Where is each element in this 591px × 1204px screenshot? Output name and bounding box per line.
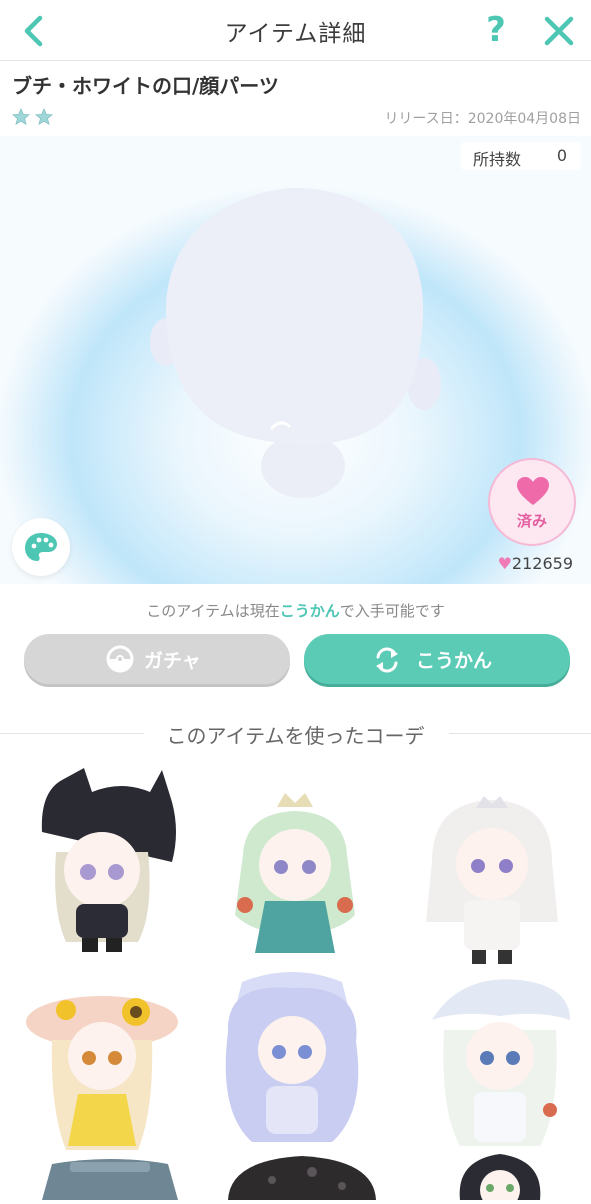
release-date: リリース日：2020年04月08日 bbox=[384, 111, 581, 127]
avatar-image bbox=[432, 979, 570, 1146]
gacha-button[interactable]: ガチャ bbox=[24, 634, 290, 684]
like-count-value: 212659 bbox=[511, 554, 573, 573]
avatar-image bbox=[459, 1154, 541, 1204]
like-button[interactable]: 済み bbox=[488, 458, 576, 546]
star-icon bbox=[35, 107, 54, 125]
heart-small-icon: ♥ bbox=[497, 554, 512, 573]
exchange-button[interactable]: こうかん bbox=[304, 634, 570, 684]
availability-suffix: で入手可能です bbox=[339, 602, 445, 620]
coord-thumbnail[interactable] bbox=[420, 1148, 580, 1204]
help-button[interactable]: ? bbox=[478, 8, 514, 52]
gacha-label: ガチャ bbox=[144, 650, 201, 672]
coord-thumbnail[interactable] bbox=[215, 785, 375, 985]
coord-thumbnail[interactable] bbox=[30, 1152, 190, 1200]
avatar-image bbox=[235, 793, 355, 953]
avatar-image bbox=[426, 796, 558, 964]
availability-highlight: こうかん bbox=[279, 602, 340, 620]
availability-prefix: このアイテムは現在 bbox=[146, 602, 280, 620]
item-name: ブチ・ホワイトの口/顔パーツ bbox=[12, 74, 279, 98]
item-preview: 所持数 0 済み ♥212659 bbox=[0, 136, 591, 584]
avatar-image bbox=[225, 972, 359, 1142]
exchange-icon bbox=[376, 647, 398, 673]
palette-icon bbox=[25, 533, 57, 561]
coord-thumbnail[interactable] bbox=[420, 970, 580, 1170]
availability-notice: このアイテムは現在こうかんで入手可能です bbox=[0, 600, 591, 621]
close-icon bbox=[544, 16, 574, 46]
header-bar: アイテム詳細 ? bbox=[0, 0, 591, 61]
avatar-image bbox=[41, 768, 176, 952]
star-icon bbox=[11, 107, 31, 125]
coord-thumbnail[interactable] bbox=[412, 782, 572, 982]
avatar-image bbox=[228, 1156, 376, 1200]
coords-section-heading: このアイテムを使ったコーデ bbox=[0, 720, 591, 748]
like-status-label: 済み bbox=[516, 512, 547, 530]
close-button[interactable] bbox=[542, 14, 576, 48]
rarity-stars bbox=[11, 107, 54, 128]
coord-thumbnail[interactable] bbox=[22, 970, 182, 1170]
exchange-label: こうかん bbox=[416, 650, 493, 672]
like-count: ♥212659 bbox=[498, 554, 573, 573]
gacha-capsule-icon bbox=[106, 645, 134, 673]
divider-line-right bbox=[449, 733, 591, 734]
coord-thumbnail[interactable] bbox=[222, 1150, 382, 1200]
avatar-image bbox=[26, 996, 178, 1150]
coord-thumbnail[interactable] bbox=[22, 762, 182, 962]
coord-thumbnail[interactable] bbox=[212, 962, 372, 1162]
avatar-image bbox=[42, 1159, 178, 1200]
heart-icon bbox=[517, 477, 549, 505]
coords-heading: このアイテムを使ったコーデ bbox=[166, 724, 425, 748]
color-palette-button[interactable] bbox=[12, 518, 70, 576]
